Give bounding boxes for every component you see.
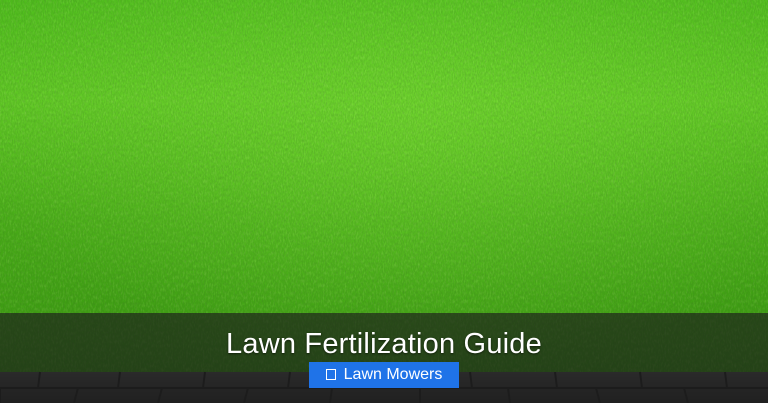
post-title[interactable]: Lawn Fertilization Guide: [0, 326, 768, 362]
category-badge[interactable]: Lawn Mowers: [309, 362, 459, 388]
category-icon: [325, 369, 336, 380]
featured-post-hero: Lawn Fertilization Guide Lawn Mowers: [0, 0, 768, 403]
category-label: Lawn Mowers: [343, 366, 443, 383]
